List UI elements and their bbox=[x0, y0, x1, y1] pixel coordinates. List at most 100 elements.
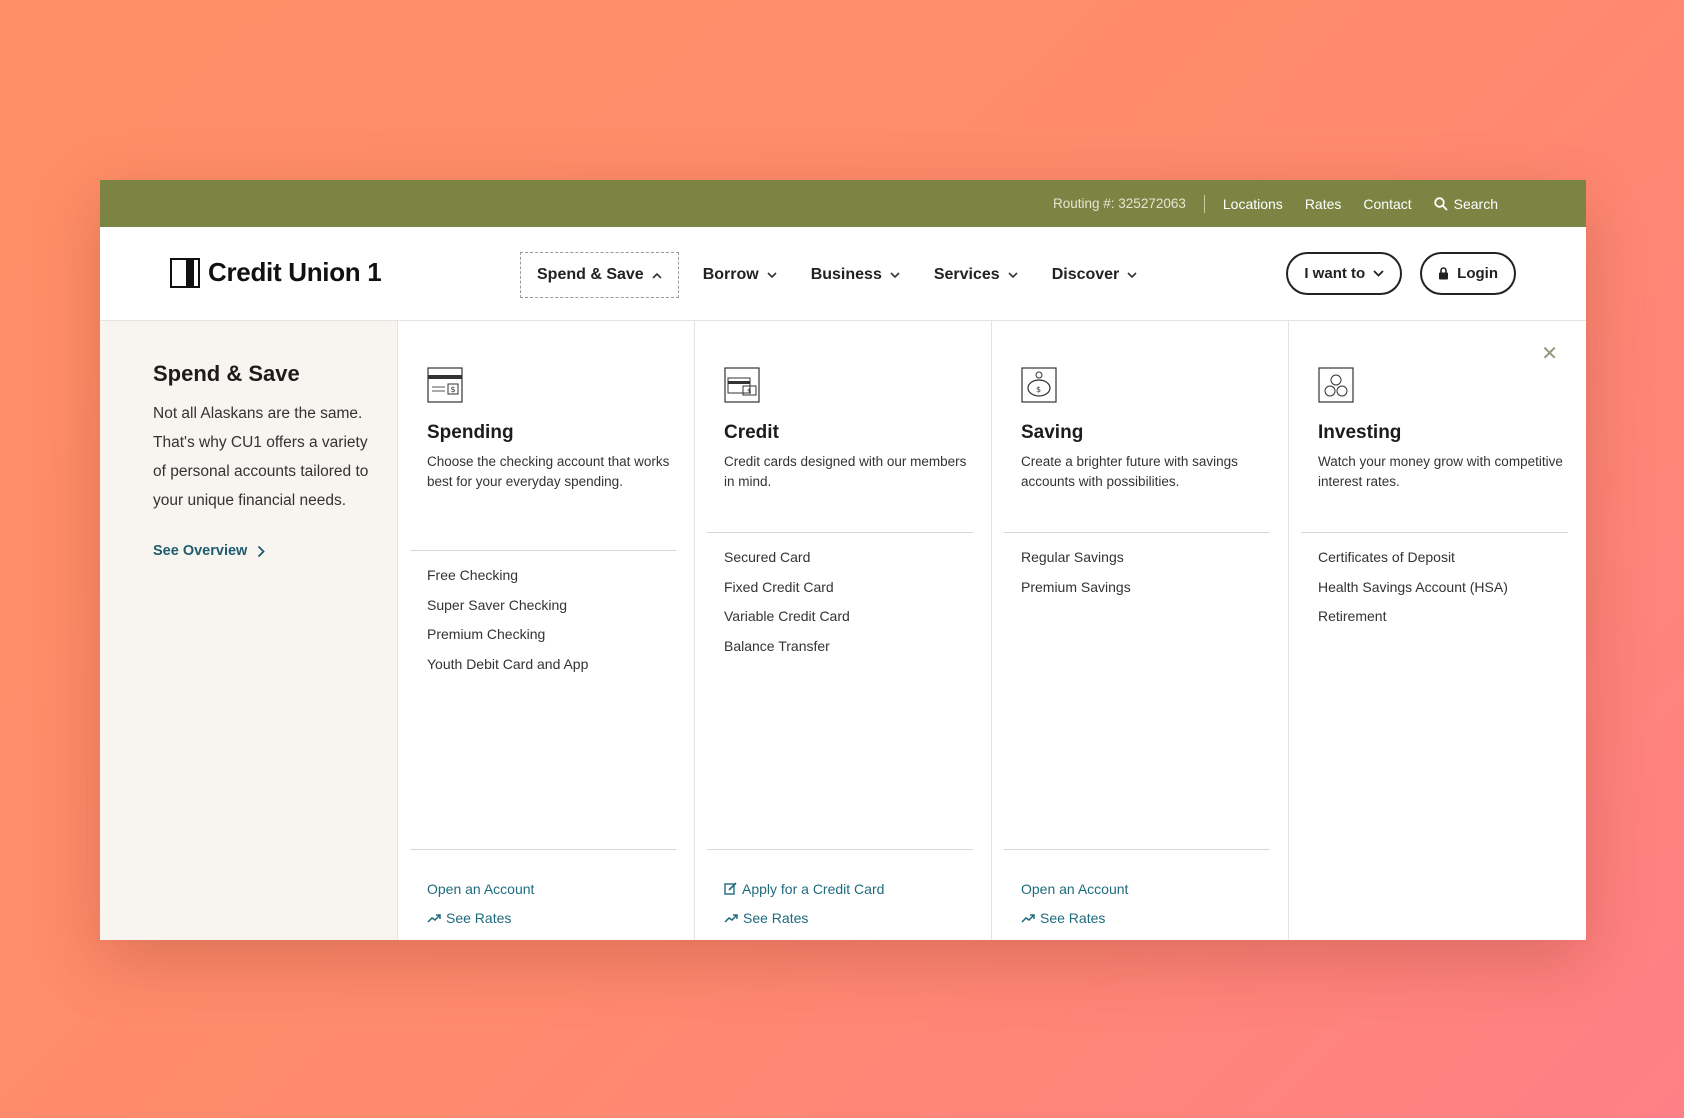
see-rates-label: See Rates bbox=[1040, 910, 1106, 927]
i-want-to-label: I want to bbox=[1304, 265, 1366, 282]
i-want-to-button[interactable]: I want to bbox=[1286, 252, 1403, 295]
nav-spend-save[interactable]: Spend & Save bbox=[520, 252, 679, 298]
apply-credit-card-link[interactable]: Apply for a Credit Card bbox=[724, 874, 973, 904]
trending-up-icon bbox=[1021, 914, 1035, 923]
menu-link-super-saver-checking[interactable]: Super Saver Checking bbox=[427, 597, 676, 627]
svg-text:$: $ bbox=[451, 385, 456, 394]
credit-card-icon: $ bbox=[724, 367, 760, 403]
chevron-down-icon bbox=[767, 271, 777, 278]
coins-icon bbox=[1318, 367, 1354, 403]
trending-up-icon bbox=[427, 914, 441, 923]
menu-link-youth-debit-card[interactable]: Youth Debit Card and App bbox=[427, 656, 676, 686]
column-footer: Open an Account See Rates bbox=[1004, 849, 1270, 933]
chevron-up-icon bbox=[652, 272, 662, 279]
browser-window: Routing #: 325272063 Locations Rates Con… bbox=[100, 180, 1586, 940]
menu-column-credit: $ Credit Credit cards designed with our … bbox=[694, 321, 991, 940]
column-title: Credit bbox=[724, 422, 779, 443]
svg-text:$: $ bbox=[747, 388, 751, 396]
intro-text: Not all Alaskans are the same. That's wh… bbox=[153, 405, 369, 509]
column-links: Regular Savings Premium Savings bbox=[1004, 533, 1270, 608]
logo-text: Credit Union 1 bbox=[208, 257, 382, 287]
rates-link[interactable]: Rates bbox=[1305, 196, 1342, 212]
nav-borrow[interactable]: Borrow bbox=[689, 252, 791, 298]
column-links: Certificates of Deposit Health Savings A… bbox=[1301, 533, 1568, 638]
see-overview-label: See Overview bbox=[153, 543, 248, 559]
see-rates-link[interactable]: See Rates bbox=[724, 904, 973, 934]
login-label: Login bbox=[1457, 265, 1498, 282]
header-actions: I want to Login bbox=[1286, 252, 1516, 295]
column-footer: Apply for a Credit Card See Rates bbox=[707, 849, 973, 933]
locations-link[interactable]: Locations bbox=[1223, 196, 1283, 212]
main-header: Credit Union 1 Spend & Save Borrow Busin… bbox=[100, 227, 1586, 321]
column-links: Secured Card Fixed Credit Card Variable … bbox=[707, 533, 973, 667]
see-rates-label: See Rates bbox=[446, 910, 512, 927]
utility-bar: Routing #: 325272063 Locations Rates Con… bbox=[100, 180, 1586, 227]
see-overview-link[interactable]: See Overview bbox=[153, 543, 377, 559]
chevron-down-icon bbox=[1008, 271, 1018, 278]
svg-text:$: $ bbox=[1036, 385, 1041, 394]
intro-title: Spend & Save bbox=[153, 361, 300, 386]
nav-business[interactable]: Business bbox=[797, 252, 914, 298]
menu-link-fixed-credit-card[interactable]: Fixed Credit Card bbox=[724, 579, 973, 609]
open-account-link[interactable]: Open an Account bbox=[427, 874, 676, 904]
menu-link-variable-credit-card[interactable]: Variable Credit Card bbox=[724, 608, 973, 638]
see-rates-label: See Rates bbox=[743, 910, 809, 927]
login-button[interactable]: Login bbox=[1420, 252, 1516, 295]
edit-icon bbox=[724, 882, 737, 895]
nav-discover[interactable]: Discover bbox=[1038, 252, 1152, 298]
logo[interactable]: Credit Union 1 bbox=[170, 257, 382, 288]
column-description: Choose the checking account that works b… bbox=[427, 454, 670, 489]
lock-icon bbox=[1439, 267, 1449, 280]
search-button[interactable]: Search bbox=[1433, 195, 1498, 212]
chevron-right-icon bbox=[258, 545, 266, 557]
nav-label: Discover bbox=[1051, 266, 1120, 283]
mega-menu: Spend & Save Not all Alaskans are the sa… bbox=[100, 321, 1586, 940]
main-nav: Spend & Save Borrow Business Services Di… bbox=[520, 252, 1151, 298]
menu-link-regular-savings[interactable]: Regular Savings bbox=[1021, 549, 1270, 579]
nav-label: Spend & Save bbox=[537, 266, 644, 283]
search-icon bbox=[1433, 196, 1448, 211]
menu-link-balance-transfer[interactable]: Balance Transfer bbox=[724, 638, 973, 668]
open-account-label: Open an Account bbox=[427, 880, 535, 897]
search-label: Search bbox=[1453, 195, 1498, 212]
column-footer: Open an Account See Rates bbox=[410, 849, 676, 933]
open-account-label: Open an Account bbox=[1021, 880, 1129, 897]
nav-services[interactable]: Services bbox=[920, 252, 1032, 298]
nav-label: Borrow bbox=[702, 266, 759, 283]
piggy-bank-icon: $ bbox=[1021, 367, 1057, 403]
menu-link-retirement[interactable]: Retirement bbox=[1318, 608, 1568, 638]
menu-column-spending: $ Spending Choose the checking account t… bbox=[397, 321, 694, 940]
menu-link-premium-checking[interactable]: Premium Checking bbox=[427, 626, 676, 656]
nav-label: Business bbox=[810, 266, 882, 283]
menu-link-secured-card[interactable]: Secured Card bbox=[724, 549, 973, 579]
menu-link-health-savings-account[interactable]: Health Savings Account (HSA) bbox=[1318, 579, 1568, 609]
chevron-down-icon bbox=[1127, 271, 1137, 278]
routing-number: Routing #: 325272063 bbox=[1053, 196, 1186, 211]
contact-link[interactable]: Contact bbox=[1363, 196, 1411, 212]
chevron-down-icon bbox=[1373, 270, 1384, 277]
column-description: Create a brighter future with savings ac… bbox=[1021, 454, 1238, 489]
close-icon[interactable]: ✕ bbox=[1541, 341, 1558, 366]
nav-label: Services bbox=[933, 266, 1000, 283]
see-rates-link[interactable]: See Rates bbox=[1021, 904, 1270, 934]
chevron-down-icon bbox=[890, 271, 900, 278]
menu-column-saving: $ Saving Create a brighter future with s… bbox=[991, 321, 1288, 940]
see-rates-link[interactable]: See Rates bbox=[427, 904, 676, 934]
utility-divider bbox=[1203, 194, 1205, 213]
menu-link-free-checking[interactable]: Free Checking bbox=[427, 567, 676, 597]
column-title: Spending bbox=[427, 422, 514, 443]
menu-column-investing: ✕ Investing Watch your money grow with c… bbox=[1288, 321, 1586, 940]
menu-link-certificates-of-deposit[interactable]: Certificates of Deposit bbox=[1318, 549, 1568, 579]
menu-link-premium-savings[interactable]: Premium Savings bbox=[1021, 579, 1270, 609]
trending-up-icon bbox=[724, 914, 738, 923]
apply-credit-card-label: Apply for a Credit Card bbox=[742, 880, 885, 897]
open-account-link[interactable]: Open an Account bbox=[1021, 874, 1270, 904]
column-title: Saving bbox=[1021, 422, 1084, 443]
column-links: Free Checking Super Saver Checking Premi… bbox=[410, 551, 676, 685]
column-title: Investing bbox=[1318, 422, 1402, 443]
debit-card-icon: $ bbox=[427, 367, 463, 403]
column-description: Watch your money grow with competitive i… bbox=[1318, 454, 1563, 489]
logo-mark-icon bbox=[170, 257, 200, 288]
column-description: Credit cards designed with our members i… bbox=[724, 454, 967, 489]
intro-panel: Spend & Save Not all Alaskans are the sa… bbox=[100, 321, 397, 940]
